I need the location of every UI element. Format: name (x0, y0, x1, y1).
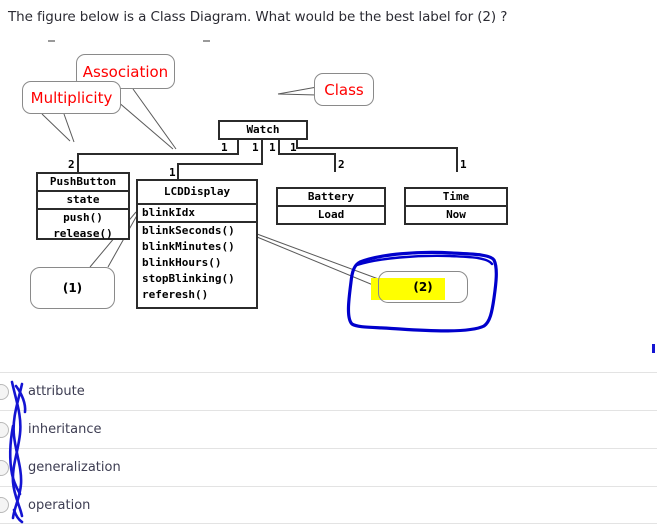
multiplicity-watch-battery: 1 (269, 141, 276, 154)
class-attribute-lcddisplay-blinkidx: blinkIdx (138, 205, 256, 223)
radio-attribute[interactable] (0, 383, 9, 400)
radio-generalization[interactable] (0, 459, 9, 476)
class-name-time: Time (406, 189, 506, 207)
callout-answer-one: (1) (30, 267, 115, 309)
callout-answer-two-label: (2) (413, 280, 433, 294)
class-operation-lcddisplay-blinkseconds: blinkSeconds() (142, 224, 235, 237)
class-name-battery: Battery (278, 189, 384, 207)
stray-ink-mark (652, 344, 655, 353)
callout-answer-two: (2) (378, 271, 468, 303)
option-row-attribute[interactable]: attribute (0, 372, 657, 410)
class-operation-lcddisplay-blinkminutes: blinkMinutes() (142, 240, 235, 253)
option-row-generalization[interactable]: generalization (0, 448, 657, 486)
class-box-battery: Battery Load (276, 187, 386, 225)
class-attribute-battery-load: Load (317, 208, 345, 221)
callout-class: Class (314, 73, 374, 106)
class-operation-lcddisplay-blinkhours: blinkHours() (142, 256, 222, 269)
class-name-watch: Watch (246, 123, 280, 136)
option-row-inheritance[interactable]: inheritance (0, 410, 657, 448)
radio-operation[interactable] (0, 497, 9, 513)
option-row-operation[interactable]: operation (0, 486, 657, 524)
question-prompt: The figure below is a Class Diagram. Wha… (8, 9, 508, 25)
multiplicity-watch-pushbutton: 1 (221, 141, 228, 154)
multiplicity-lcddisplay-end: 1 (169, 166, 176, 179)
class-box-watch: Watch (218, 120, 308, 140)
class-name-lcddisplay: LCDDisplay (138, 181, 256, 205)
class-attribute-time-now: Now (446, 208, 466, 221)
option-label-operation: operation (28, 497, 91, 513)
class-box-pushbutton: PushButton state push() release() (36, 172, 130, 240)
class-attribute-pushbutton-state: state (38, 192, 128, 210)
class-operation-pushbutton-release: release() (53, 227, 113, 240)
answer-options-list[interactable]: attribute inheritance generalization ope… (0, 372, 657, 524)
class-operation-pushbutton-push: push() (63, 211, 103, 224)
callout-multiplicity: Multiplicity (22, 81, 121, 114)
multiplicity-time-end: 1 (460, 158, 467, 171)
radio-inheritance[interactable] (0, 421, 9, 438)
option-label-generalization: generalization (28, 460, 121, 475)
multiplicity-pushbutton-end: 2 (68, 158, 75, 171)
class-name-pushbutton: PushButton (38, 174, 128, 192)
option-label-inheritance: inheritance (28, 422, 102, 437)
class-box-time: Time Now (404, 187, 508, 225)
class-operation-lcddisplay-referesh: referesh() (142, 288, 209, 301)
multiplicity-battery-end: 2 (338, 158, 345, 171)
callout-class-label: Class (324, 80, 364, 99)
multiplicity-watch-lcddisplay: 1 (252, 141, 259, 154)
callout-multiplicity-label: Multiplicity (30, 88, 113, 107)
class-operation-lcddisplay-stopblinking: stopBlinking() (142, 272, 235, 285)
callout-association-label: Association (82, 62, 169, 81)
multiplicity-watch-time: 1 (290, 141, 297, 154)
class-diagram-figure: Watch PushButton state push() release() … (0, 32, 657, 337)
callout-answer-one-label: (1) (62, 281, 83, 295)
class-box-lcddisplay: LCDDisplay blinkIdx blinkSeconds() blink… (136, 179, 258, 309)
option-label-attribute: attribute (28, 384, 85, 399)
